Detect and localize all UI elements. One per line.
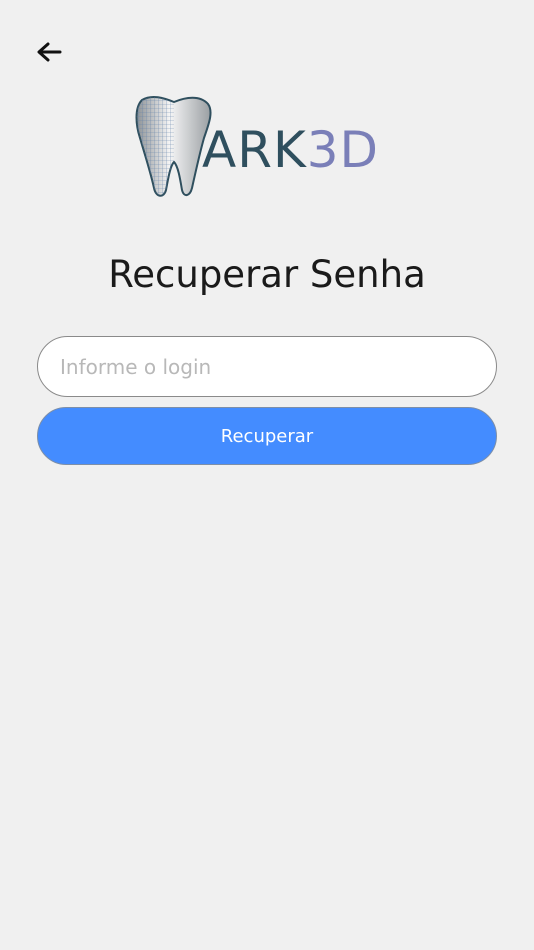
recover-button-label: Recuperar xyxy=(220,425,314,447)
back-button[interactable] xyxy=(28,32,70,72)
logo-wordmark: ARK3D xyxy=(202,120,379,180)
login-input[interactable] xyxy=(37,336,497,397)
arrow-left-icon xyxy=(37,42,62,62)
logo-word-3d: 3D xyxy=(306,121,380,179)
page-title: Recuperar Senha xyxy=(108,253,426,296)
recover-button[interactable]: Recuperar xyxy=(37,407,497,465)
logo-word-ark: ARK xyxy=(202,121,307,179)
app-logo: ARK3D xyxy=(134,92,390,202)
